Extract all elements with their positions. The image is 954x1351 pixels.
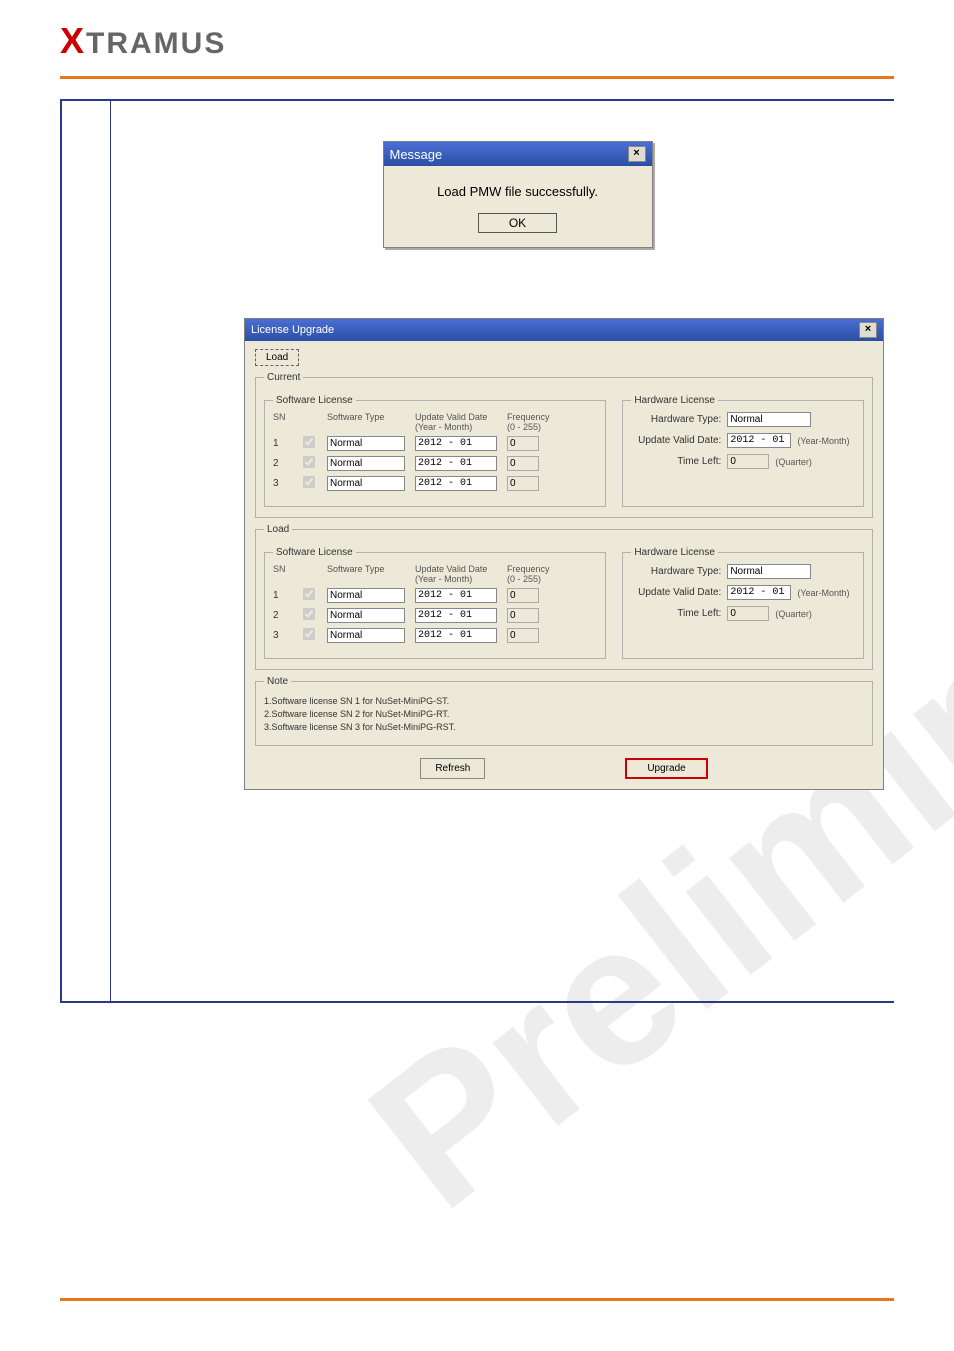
table-row: 1 [273,588,597,603]
doc-content-cell: Message × Load PMW file successfully. OK… [60,99,894,1003]
col-type: Software Type [327,412,405,432]
sn-label: 1 [273,438,291,449]
refresh-button[interactable]: Refresh [420,758,485,779]
sn-label: 2 [273,610,291,621]
table-row: 1 [273,436,597,451]
sw-date-field [415,456,497,471]
hw-time-field [727,606,769,621]
sw-checkbox [303,436,315,448]
message-dialog: Message × Load PMW file successfully. OK [383,141,653,248]
brand-logo-x: X [60,20,86,61]
sw-freq-field [507,608,539,623]
license-titlebar: License Upgrade × [245,319,883,341]
hw-date-suffix: (Year-Month) [797,436,849,446]
col-date: Update Valid Date (Year - Month) [415,412,497,432]
hw-date-label: Update Valid Date: [631,587,721,598]
sw-freq-field [507,476,539,491]
table-row: 3 [273,476,597,491]
hw-date-field [727,433,791,448]
load-section: Load Software License SN Software Type U… [255,524,873,670]
sw-type-field [327,588,405,603]
note-line: 3.Software license SN 3 for NuSet-MiniPG… [264,722,864,732]
sw-freq-field [507,436,539,451]
hw-date-suffix: (Year-Month) [797,588,849,598]
col-freq: Frequency (0 - 255) [507,564,559,584]
sw-type-field [327,436,405,451]
current-legend: Current [264,372,303,383]
sw-checkbox [303,476,315,488]
hw-time-label: Time Left: [631,608,721,619]
col-sn: SN [273,564,291,584]
sw-date-field [415,588,497,603]
close-icon[interactable]: × [859,322,877,338]
load-software-license: Software License SN Software Type Update… [264,547,606,659]
sw-freq-field [507,456,539,471]
brand-logo: XTRAMUS [60,20,894,62]
hw-time-suffix: (Quarter) [775,457,812,467]
col-sn: SN [273,412,291,432]
note-legend: Note [264,676,291,687]
sn-label: 3 [273,478,291,489]
sw-checkbox [303,608,315,620]
col-type: Software Type [327,564,405,584]
hw-type-field [727,412,811,427]
sw-checkbox [303,456,315,468]
header-divider [60,76,894,79]
message-text: Load PMW file successfully. [402,184,634,199]
sw-type-field [327,608,405,623]
hw-time-suffix: (Quarter) [775,609,812,619]
sn-label: 1 [273,590,291,601]
load-hardware-license: Hardware License Hardware Type: Update V… [622,547,864,659]
hw-type-label: Hardware Type: [631,566,721,577]
message-title: Message [390,147,443,162]
current-software-license: Software License SN Software Type Update… [264,395,606,507]
hw-time-field [727,454,769,469]
sw-checkbox [303,588,315,600]
sw-date-field [415,476,497,491]
close-icon[interactable]: × [628,146,646,162]
ok-button[interactable]: OK [478,213,557,233]
sn-label: 2 [273,458,291,469]
message-titlebar: Message × [384,142,652,166]
upgrade-button[interactable]: Upgrade [625,758,707,779]
footer-divider [60,1298,894,1301]
sw-date-field [415,436,497,451]
sw-freq-field [507,588,539,603]
col-date: Update Valid Date (Year - Month) [415,564,497,584]
sn-label: 3 [273,630,291,641]
sw-freq-field [507,628,539,643]
current-hardware-license: Hardware License Hardware Type: Update V… [622,395,864,507]
license-title: License Upgrade [251,324,334,336]
brand-logo-rest: TRAMUS [86,27,226,60]
col-freq: Frequency (0 - 255) [507,412,559,432]
sw-date-field [415,608,497,623]
load-button[interactable]: Load [255,349,299,366]
license-upgrade-window: License Upgrade × Load Current Software … [244,318,884,790]
sw-type-field [327,476,405,491]
sw-type-field [327,456,405,471]
sw-checkbox [303,628,315,640]
hardware-legend: Hardware License [631,395,718,406]
hw-type-field [727,564,811,579]
software-legend: Software License [273,395,356,406]
table-row: 3 [273,628,597,643]
hw-type-label: Hardware Type: [631,414,721,425]
table-row: 2 [273,456,597,471]
software-legend: Software License [273,547,356,558]
current-section: Current Software License SN Software Typ… [255,372,873,518]
hardware-legend: Hardware License [631,547,718,558]
note-line: 1.Software license SN 1 for NuSet-MiniPG… [264,696,864,706]
note-section: Note 1.Software license SN 1 for NuSet-M… [255,676,873,746]
load-legend: Load [264,524,292,535]
note-line: 2.Software license SN 2 for NuSet-MiniPG… [264,709,864,719]
table-row: 2 [273,608,597,623]
sw-type-field [327,628,405,643]
hw-date-label: Update Valid Date: [631,435,721,446]
sw-date-field [415,628,497,643]
hw-date-field [727,585,791,600]
hw-time-label: Time Left: [631,456,721,467]
